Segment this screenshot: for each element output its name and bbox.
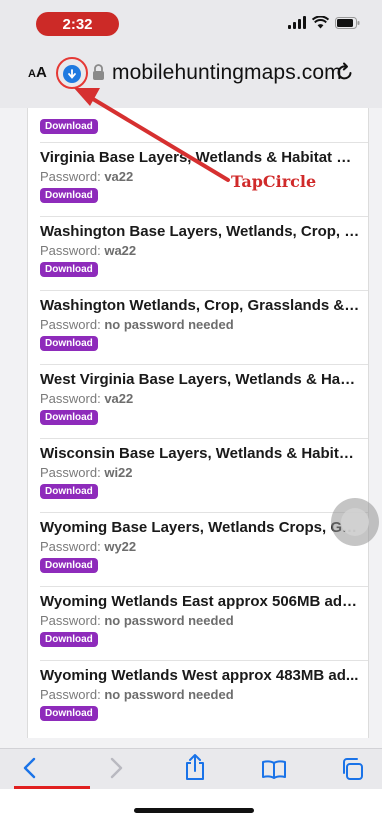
browser-toolbar — [0, 748, 382, 789]
touch-indicator — [331, 498, 379, 546]
forward-icon[interactable] — [108, 757, 124, 784]
home-indicator — [134, 808, 254, 813]
annotation-label: TapCircle — [231, 172, 317, 191]
bookmarks-icon[interactable] — [261, 759, 287, 784]
tabs-icon[interactable] — [340, 757, 364, 786]
share-icon[interactable] — [184, 753, 206, 786]
annotation-arrow — [74, 88, 230, 182]
back-icon[interactable] — [22, 757, 38, 784]
phone-screen: 2:32 AA mobilehuntingmaps.com Download V… — [0, 0, 382, 813]
